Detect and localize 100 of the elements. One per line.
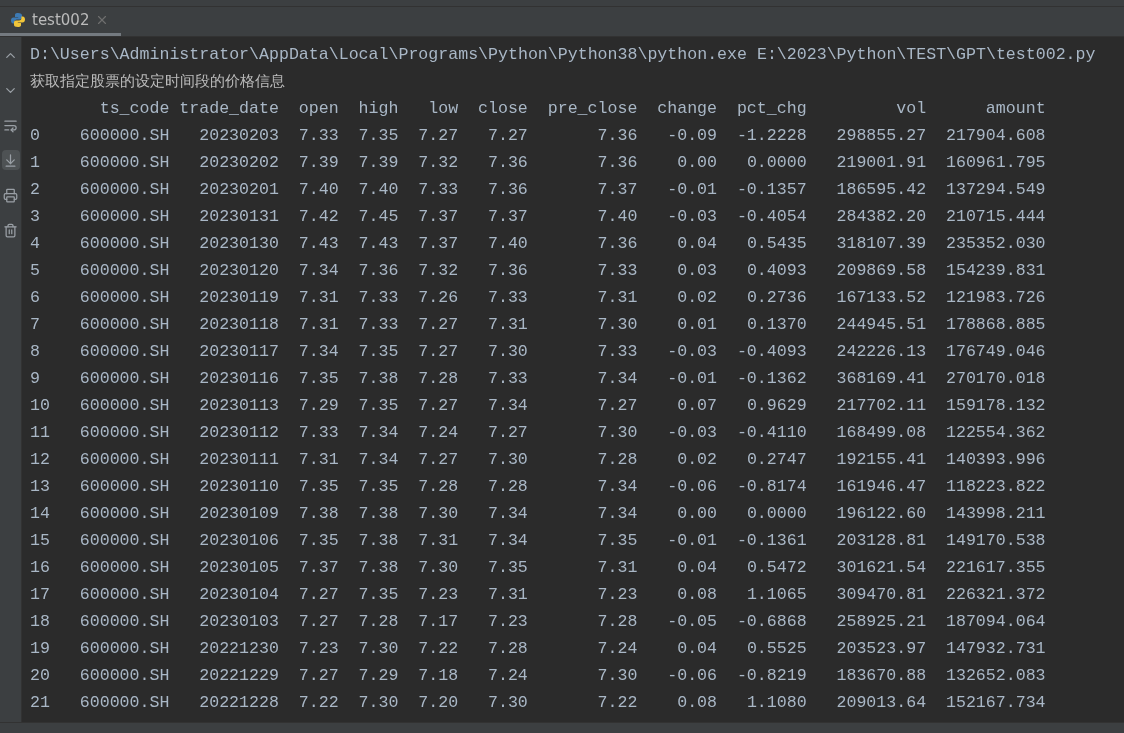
table-cell-text: 20230130: [199, 233, 279, 255]
table-cell-text: 7.40: [488, 233, 528, 255]
table-cell-text: 7.40: [597, 206, 638, 228]
table-cell-text: 600000.SH: [79, 530, 170, 552]
table-cell-text: 0.02: [677, 287, 717, 309]
printer-icon[interactable]: [3, 187, 18, 203]
table-cell-text: -0.4093: [736, 341, 807, 363]
table-cell-text: 132652.083: [946, 665, 1046, 687]
table-cell-text: 187094.064: [946, 611, 1046, 633]
table-cell-text: 7.31: [597, 557, 638, 579]
table-cell-text: 7.38: [358, 503, 399, 525]
table-cell-text: 7.36: [488, 179, 528, 201]
column-header: amount: [985, 98, 1046, 120]
table-cell-text: 0.00: [677, 503, 717, 525]
table-cell-text: 183670.88: [836, 665, 927, 687]
scroll-to-end-icon[interactable]: [3, 152, 18, 168]
table-cell-text: 168499.08: [836, 422, 927, 444]
table-cell-text: 7.27: [298, 584, 339, 606]
table-cell-text: 7.38: [358, 530, 399, 552]
python-logo-icon: [10, 12, 26, 28]
table-cell-text: -0.8174: [736, 476, 807, 498]
table-cell-text: 258925.21: [836, 611, 927, 633]
table-cell-text: 7.26: [418, 287, 459, 309]
table-cell-text: 161946.47: [836, 476, 927, 498]
table-cell-text: 7.32: [418, 260, 459, 282]
table-cell-text: 7.34: [488, 503, 528, 525]
table-cell-text: 7.22: [298, 692, 339, 714]
table-cell-text: 160961.795: [946, 152, 1046, 174]
table-cell-text: 7.42: [298, 206, 339, 228]
table-cell-text: -0.01: [667, 530, 717, 552]
soft-wrap-icon[interactable]: [3, 117, 18, 133]
table-cell-text: 7.34: [358, 449, 399, 471]
table-cell-text: 7.38: [358, 557, 399, 579]
table-cell-text: 7.31: [418, 530, 459, 552]
table-cell-text: 600000.SH: [79, 449, 170, 471]
table-cell-text: -0.1357: [736, 179, 807, 201]
table-cell-text: 235352.030: [946, 233, 1046, 255]
table-cell-text: 122554.362: [946, 422, 1046, 444]
table-cell-text: 20230131: [199, 206, 279, 228]
table-cell-text: 217904.608: [946, 125, 1046, 147]
table-cell-text: 7.36: [597, 233, 638, 255]
table-cell-text: 7.35: [298, 530, 339, 552]
table-cell-text: 7.22: [418, 638, 459, 660]
table-cell-text: 600000.SH: [79, 260, 170, 282]
table-cell-text: 7.28: [488, 476, 528, 498]
table-cell-text: 7.30: [488, 341, 528, 363]
table-cell-text: 600000.SH: [79, 611, 170, 633]
trash-icon[interactable]: [3, 222, 18, 238]
row-index: 19: [30, 638, 50, 660]
table-cell-text: 20230201: [199, 179, 279, 201]
table-cell-text: 147932.731: [946, 638, 1046, 660]
table-cell-text: 7.37: [418, 233, 459, 255]
table-cell-text: 20230103: [199, 611, 279, 633]
table-cell-text: 192155.41: [836, 449, 927, 471]
table-cell-text: 7.34: [358, 422, 399, 444]
table-cell-text: 20221228: [199, 692, 279, 714]
table-cell-text: 0.07: [677, 395, 717, 417]
table-cell-text: 600000.SH: [79, 692, 170, 714]
table-cell-text: 140393.996: [946, 449, 1046, 471]
table-cell-text: 600000.SH: [79, 233, 170, 255]
column-header: open: [298, 98, 339, 120]
row-index: 11: [30, 422, 50, 444]
table-cell-text: 20230109: [199, 503, 279, 525]
table-cell-text: 7.30: [358, 692, 399, 714]
command-line: D:\Users\Administrator\AppData\Local\Programs\Python\Python38\python.exe E:\2023\Python\TEST\GPT\test002.py: [30, 44, 1096, 66]
table-cell-text: 600000.SH: [79, 395, 170, 417]
table-cell-text: 7.31: [488, 314, 528, 336]
table-cell-text: 7.38: [358, 368, 399, 390]
table-cell-text: 7.35: [358, 476, 399, 498]
table-cell-text: 7.28: [358, 611, 399, 633]
table-cell-text: 7.24: [418, 422, 459, 444]
table-cell-text: 7.40: [298, 179, 339, 201]
table-cell-text: -0.8219: [736, 665, 807, 687]
table-cell-text: 7.22: [597, 692, 638, 714]
table-cell-text: -0.09: [667, 125, 717, 147]
table-cell-text: -0.4054: [736, 206, 807, 228]
table-cell-text: 0.04: [677, 233, 717, 255]
table-cell-text: 309470.81: [836, 584, 927, 606]
table-cell-text: 178868.885: [946, 314, 1046, 336]
table-cell-text: 7.31: [298, 287, 339, 309]
table-cell-text: 186595.42: [836, 179, 927, 201]
table-cell-text: 20230106: [199, 530, 279, 552]
table-cell-text: 7.34: [488, 395, 528, 417]
table-cell-text: 7.30: [597, 422, 638, 444]
table-cell-text: 7.32: [418, 152, 459, 174]
table-cell-text: 159178.132: [946, 395, 1046, 417]
table-cell-text: 20230118: [199, 314, 279, 336]
table-cell-text: -0.4110: [736, 422, 807, 444]
row-index: 20: [30, 665, 50, 687]
table-cell-text: 0.0000: [746, 503, 807, 525]
table-cell-text: -0.03: [667, 422, 717, 444]
table-cell-text: 7.28: [597, 611, 638, 633]
table-cell-text: 7.23: [488, 611, 528, 633]
table-cell-text: 600000.SH: [79, 341, 170, 363]
table-cell-text: 7.30: [597, 665, 638, 687]
table-cell-text: 7.35: [488, 557, 528, 579]
table-cell-text: 7.27: [418, 125, 459, 147]
table-cell-text: 7.39: [298, 152, 339, 174]
table-cell-text: 600000.SH: [79, 179, 170, 201]
table-cell-text: 600000.SH: [79, 125, 170, 147]
